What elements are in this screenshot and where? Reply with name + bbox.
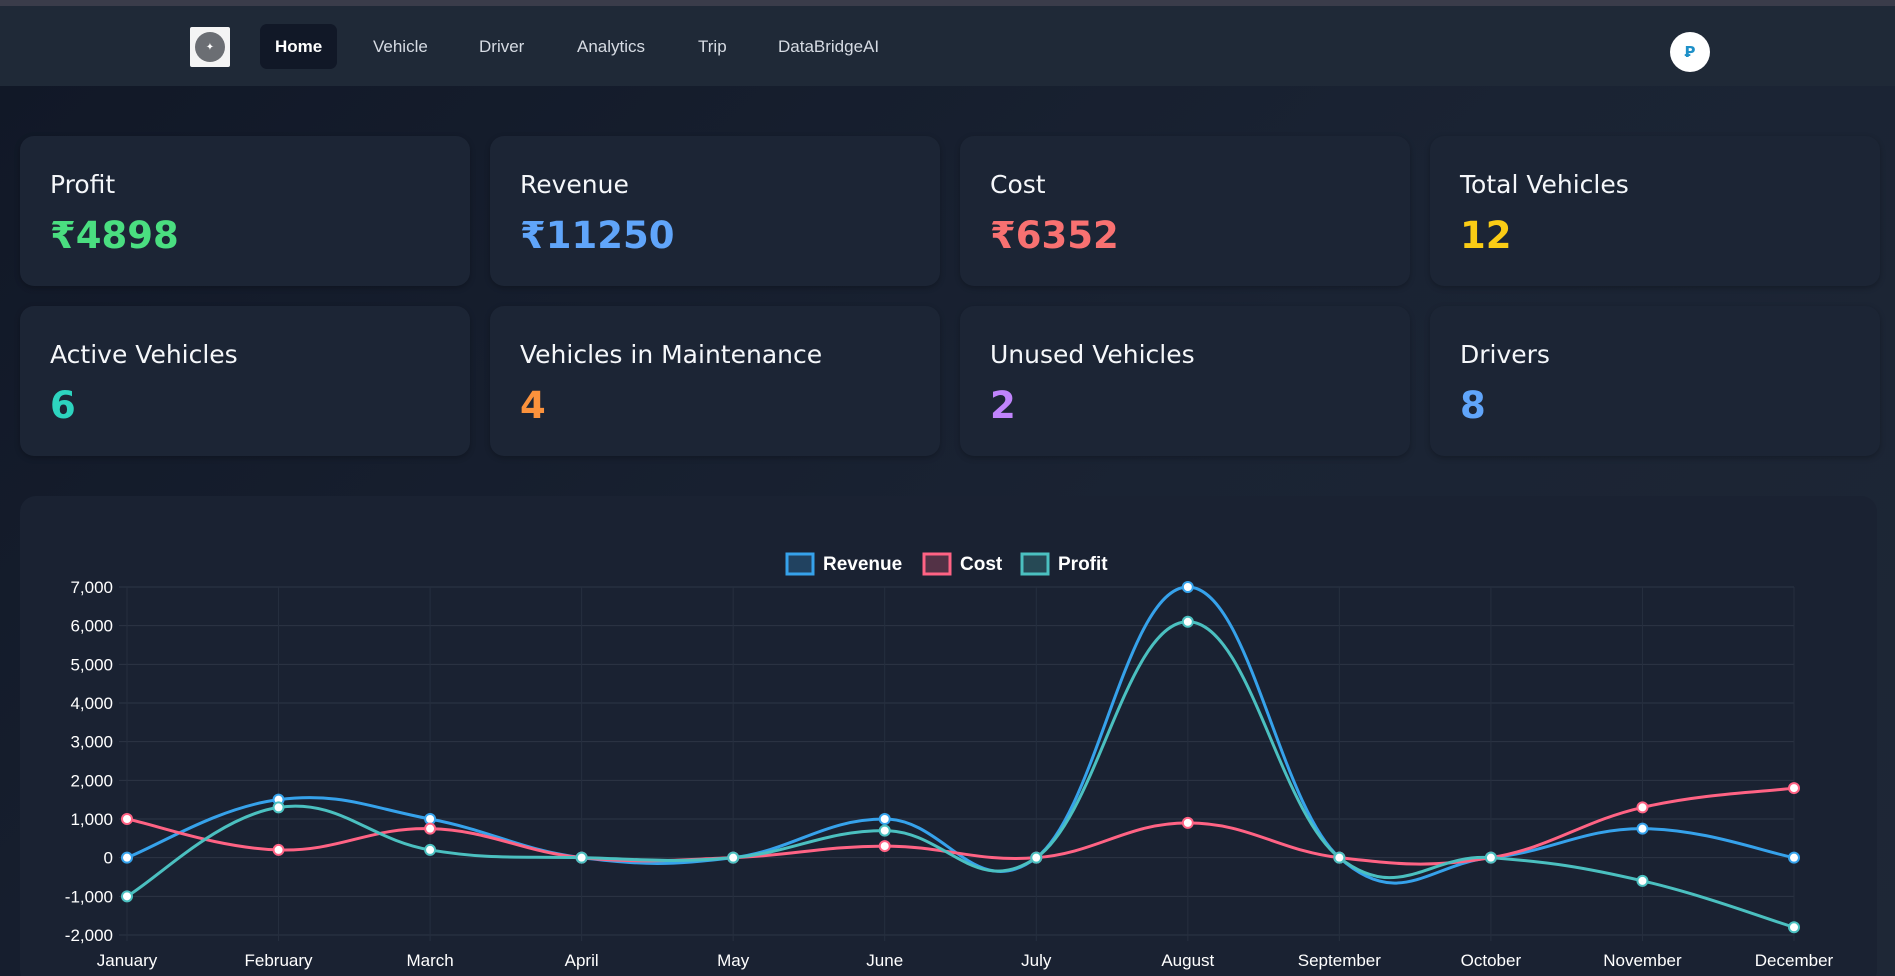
data-point-cost	[272, 843, 285, 856]
series-line-revenue	[126, 585, 1795, 885]
data-point-revenue	[878, 813, 891, 825]
x-tick-label: April	[565, 951, 599, 970]
y-tick-label: 6,000	[70, 617, 113, 636]
x-tick-label: February	[245, 951, 314, 970]
data-point-revenue	[1636, 822, 1649, 835]
data-point-profit	[272, 801, 285, 814]
data-point-profit	[1484, 851, 1497, 864]
y-tick-label: 0	[104, 849, 113, 868]
legend-label-revenue: Revenue	[823, 554, 902, 575]
x-tick-label: June	[866, 951, 903, 970]
y-tick-label: 7,000	[70, 578, 113, 597]
data-point-cost	[121, 813, 133, 825]
x-tick-label: March	[406, 951, 453, 970]
y-tick-label: 2,000	[70, 771, 113, 790]
data-point-profit	[575, 851, 588, 864]
data-point-revenue	[121, 851, 133, 864]
y-tick-label: -2,000	[65, 926, 113, 945]
data-point-profit	[878, 824, 891, 837]
series-line-profit	[126, 620, 1795, 929]
data-point-cost	[424, 822, 437, 835]
x-tick-label: December	[1755, 951, 1834, 970]
data-point-profit	[424, 843, 437, 856]
data-point-profit	[1030, 851, 1043, 864]
data-point-profit	[1636, 874, 1649, 887]
legend-swatch-revenue	[785, 552, 815, 576]
x-tick-label: May	[717, 951, 750, 970]
y-tick-label: 1,000	[70, 810, 113, 829]
data-point-cost	[1181, 816, 1194, 829]
x-tick-label: August	[1161, 951, 1214, 970]
data-point-revenue	[1788, 851, 1800, 864]
data-point-cost	[1788, 782, 1800, 795]
x-tick-label: July	[1021, 951, 1052, 970]
y-tick-label: 3,000	[70, 733, 113, 752]
legend-label-cost: Cost	[960, 554, 1003, 575]
y-tick-label: -1,000	[65, 887, 113, 906]
x-tick-label: January	[97, 951, 158, 970]
data-point-profit	[121, 890, 133, 903]
data-point-profit	[1181, 615, 1194, 628]
data-point-revenue	[1181, 581, 1194, 593]
x-tick-label: October	[1461, 951, 1522, 970]
series-line-cost	[126, 786, 1795, 866]
x-tick-label: September	[1298, 951, 1381, 970]
monthly-line-chart: -2,000 -1,000 0 1,000 2,000 3,000 4,000 5,000 6,…	[65, 552, 1834, 970]
data-point-profit	[727, 851, 740, 864]
data-point-profit	[1788, 921, 1800, 934]
legend-label-profit: Profit	[1058, 554, 1108, 575]
data-point-profit	[1333, 851, 1346, 864]
y-tick-label: 5,000	[70, 655, 113, 674]
data-point-cost	[1636, 801, 1649, 814]
data-point-revenue	[424, 813, 437, 825]
data-point-cost	[878, 840, 891, 853]
x-tick-label: November	[1603, 951, 1682, 970]
y-tick-label: 4,000	[70, 694, 113, 713]
legend-swatch-profit	[1020, 552, 1050, 576]
legend-swatch-cost	[922, 552, 952, 576]
